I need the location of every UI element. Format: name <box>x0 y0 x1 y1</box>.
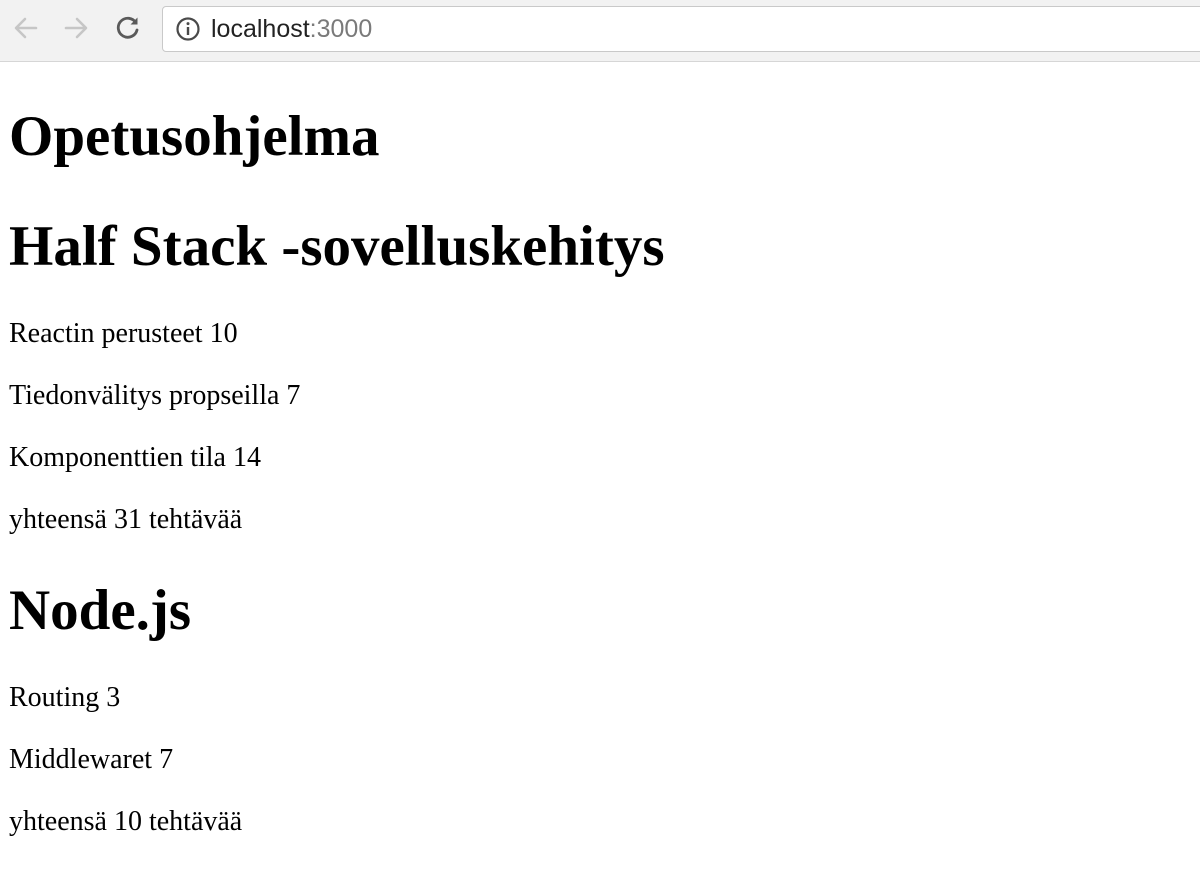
course-total: yhteensä 31 tehtävää <box>9 504 243 535</box>
page-content: Opetusohjelma Half Stack -sovelluskehity… <box>0 106 1200 838</box>
course-title-nodejs: Node.js <box>9 579 192 642</box>
forward-button[interactable] <box>58 10 94 46</box>
course-title-half-stack: Half Stack -sovelluskehitys <box>9 215 665 278</box>
course-part: Middlewaret 7 <box>9 744 174 775</box>
browser-toolbar: localhost:3000 <box>0 0 1200 62</box>
page-title: Opetusohjelma <box>9 105 380 168</box>
url-host: localhost <box>211 14 310 43</box>
course-parts-half-stack: Reactin perusteet 10 Tiedonvälitys props… <box>9 318 1191 536</box>
arrow-left-icon <box>12 14 40 42</box>
course-part: Reactin perusteet 10 <box>9 318 238 349</box>
address-bar[interactable]: localhost:3000 <box>162 6 1200 52</box>
course-part: Komponenttien tila 14 <box>9 442 261 473</box>
course-total: yhteensä 10 tehtävää <box>9 806 243 837</box>
back-button[interactable] <box>8 10 44 46</box>
reload-button[interactable] <box>110 10 146 46</box>
course-part: Routing 3 <box>9 682 121 713</box>
arrow-right-icon <box>62 14 90 42</box>
url-port: :3000 <box>309 14 373 43</box>
url-text: localhost:3000 <box>211 15 372 44</box>
course-part: Tiedonvälitys propseilla 7 <box>9 380 301 411</box>
info-circle-icon[interactable] <box>175 16 201 42</box>
reload-icon <box>114 14 142 42</box>
course-parts-nodejs: Routing 3 Middlewaret 7 yhteensä 10 teht… <box>9 682 1191 838</box>
